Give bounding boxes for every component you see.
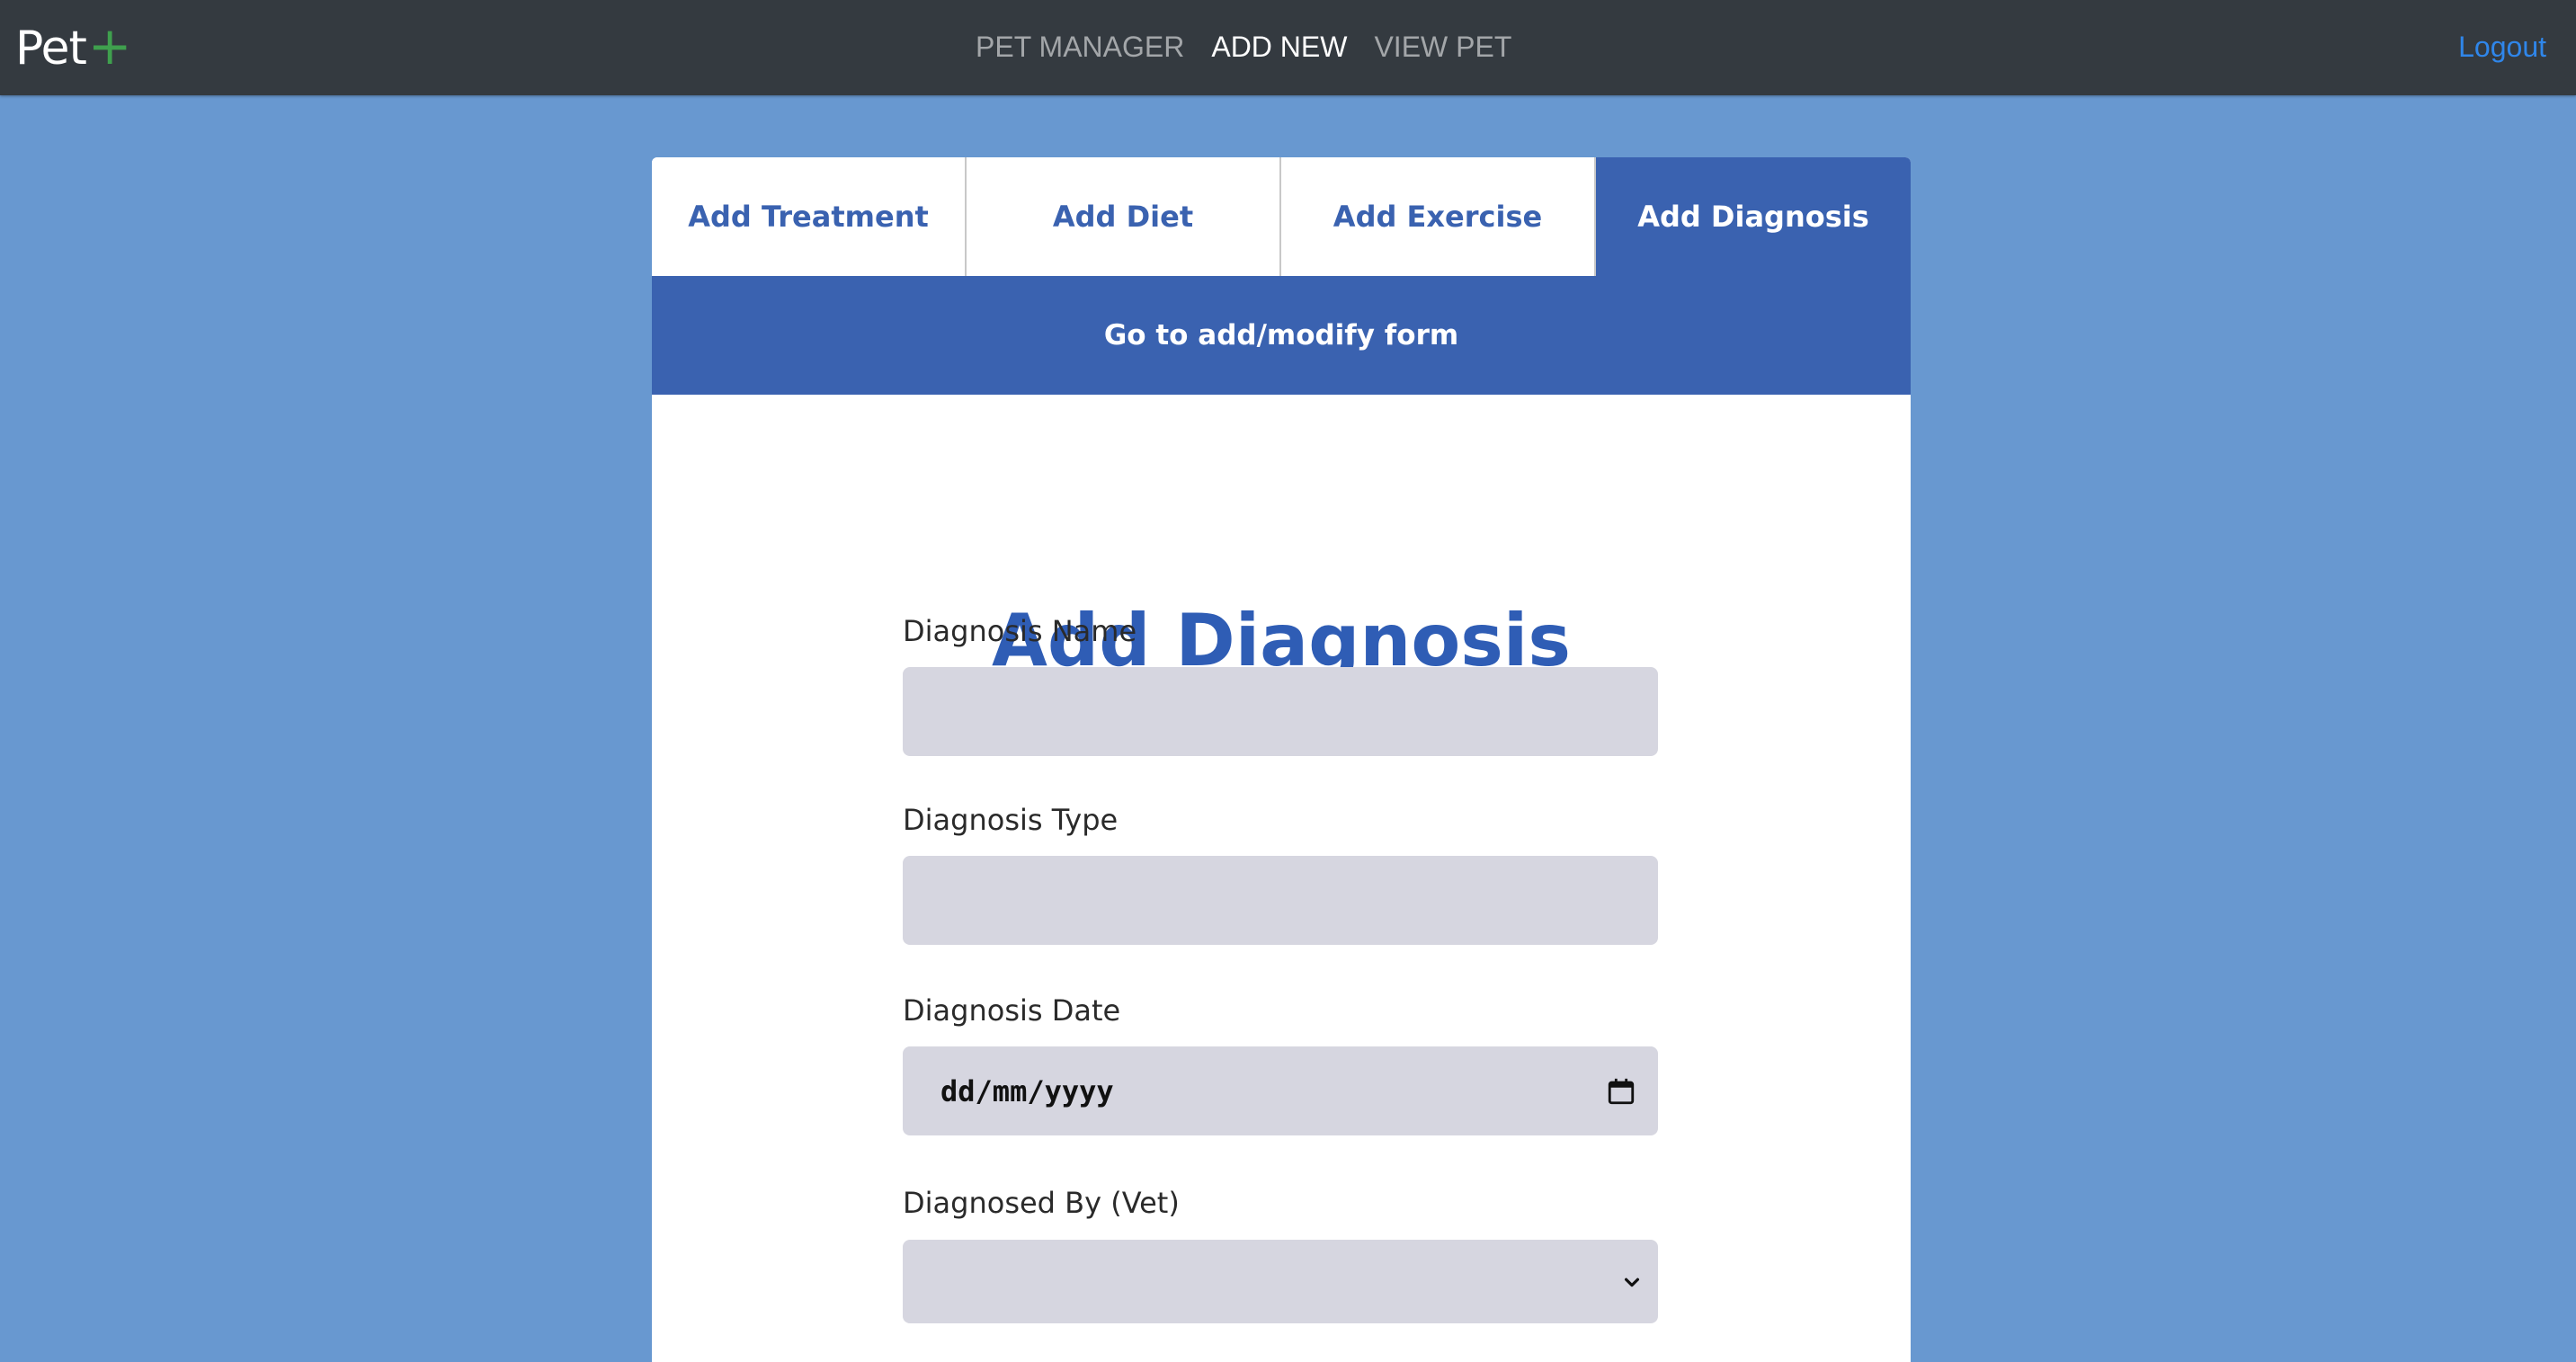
diagnosis-name-input[interactable]	[903, 667, 1658, 756]
diagnosed-by-select[interactable]	[903, 1240, 1658, 1323]
brand-logo[interactable]: Pet+	[15, 14, 131, 80]
tab-add-diet[interactable]: Add Diet	[967, 157, 1281, 276]
tab-add-treatment[interactable]: Add Treatment	[652, 157, 967, 276]
chevron-down-icon	[1624, 1277, 1640, 1286]
nav-link-add-new[interactable]: ADD NEW	[1211, 25, 1347, 68]
top-navbar: Pet+ PET MANAGER ADD NEW VIEW PET Logout	[0, 0, 2576, 95]
diagnosis-type-label: Diagnosis Type	[903, 803, 1119, 837]
date-placeholder: dd/mm/yyyy	[940, 1073, 1114, 1108]
nav-link-pet-manager[interactable]: PET MANAGER	[976, 25, 1184, 68]
brand-name: Pet	[15, 22, 87, 76]
brand-plus: +	[87, 15, 132, 76]
diagnosis-date-label: Diagnosis Date	[903, 993, 1121, 1028]
diagnosis-date-input[interactable]: dd/mm/yyyy	[903, 1046, 1658, 1135]
tab-add-diagnosis[interactable]: Add Diagnosis	[1596, 157, 1911, 276]
calendar-icon[interactable]	[1606, 1076, 1636, 1107]
main-nav: PET MANAGER ADD NEW VIEW PET	[976, 25, 1511, 68]
diagnosis-type-input[interactable]	[903, 856, 1658, 945]
tab-bar: Add Treatment Add Diet Add Exercise Add …	[652, 157, 1911, 276]
form-card: Add Treatment Add Diet Add Exercise Add …	[652, 157, 1911, 1362]
logout-link[interactable]: Logout	[2458, 25, 2546, 68]
diagnosed-by-label: Diagnosed By (Vet)	[903, 1186, 1180, 1220]
tab-add-exercise[interactable]: Add Exercise	[1281, 157, 1596, 276]
go-to-modify-form-link[interactable]: Go to add/modify form	[1104, 319, 1458, 352]
subnav-bar: Go to add/modify form	[652, 276, 1911, 395]
diagnosis-name-label: Diagnosis Name	[903, 614, 1137, 648]
nav-link-view-pet[interactable]: VIEW PET	[1374, 25, 1511, 68]
